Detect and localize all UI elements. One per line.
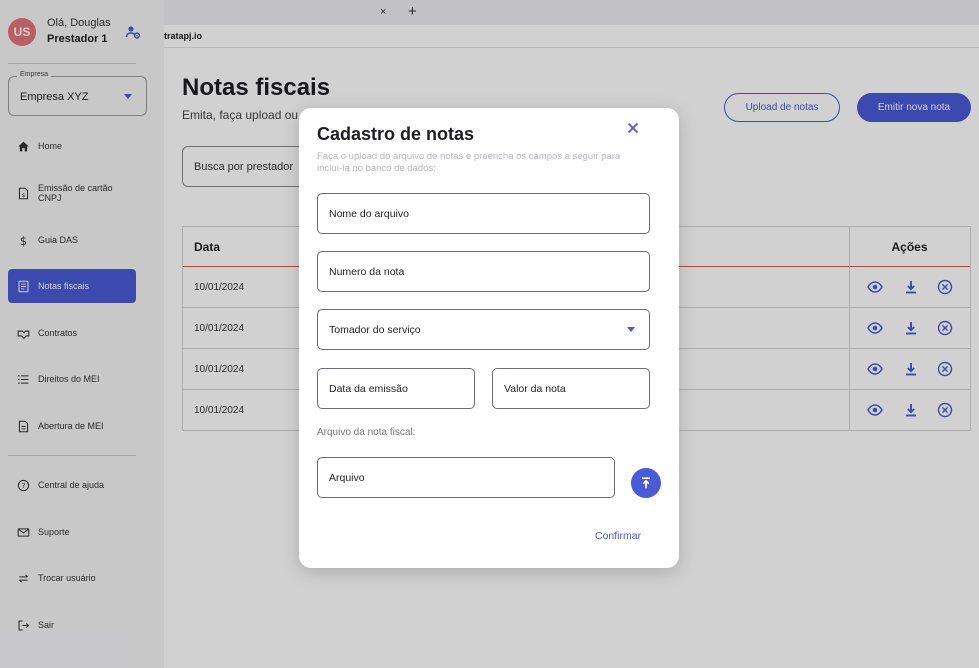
modal-description: Faça o upload do arquivo de notas e pree… bbox=[317, 151, 621, 174]
confirm-button[interactable]: Confirmar bbox=[595, 530, 641, 542]
note-register-modal: Cadastro de notas Faça o upload do arqui… bbox=[299, 108, 679, 568]
field-placeholder: Data da emissão bbox=[329, 383, 408, 395]
note-number-field[interactable]: Numero da nota bbox=[317, 251, 650, 292]
field-placeholder: Tomador do serviço bbox=[329, 324, 421, 336]
field-placeholder: Numero da nota bbox=[329, 266, 405, 278]
upload-icon bbox=[642, 477, 650, 489]
close-icon[interactable] bbox=[625, 120, 641, 136]
field-placeholder: Arquivo bbox=[329, 472, 365, 484]
note-value-field[interactable]: Valor da nota bbox=[492, 368, 650, 409]
issue-date-field[interactable]: Data da emissão bbox=[317, 368, 475, 409]
file-name-field[interactable]: Nome do arquivo bbox=[317, 193, 650, 234]
modal-title: Cadastro de notas bbox=[317, 124, 475, 144]
field-placeholder: Nome do arquivo bbox=[329, 208, 409, 220]
file-label: Arquivo da nota fiscal: bbox=[317, 427, 416, 438]
chevron-down-icon bbox=[627, 327, 635, 332]
upload-file-button[interactable] bbox=[631, 468, 661, 498]
service-taker-select[interactable]: Tomador do serviço bbox=[317, 309, 650, 350]
field-placeholder: Valor da nota bbox=[504, 383, 566, 395]
file-field[interactable]: Arquivo bbox=[317, 457, 615, 498]
